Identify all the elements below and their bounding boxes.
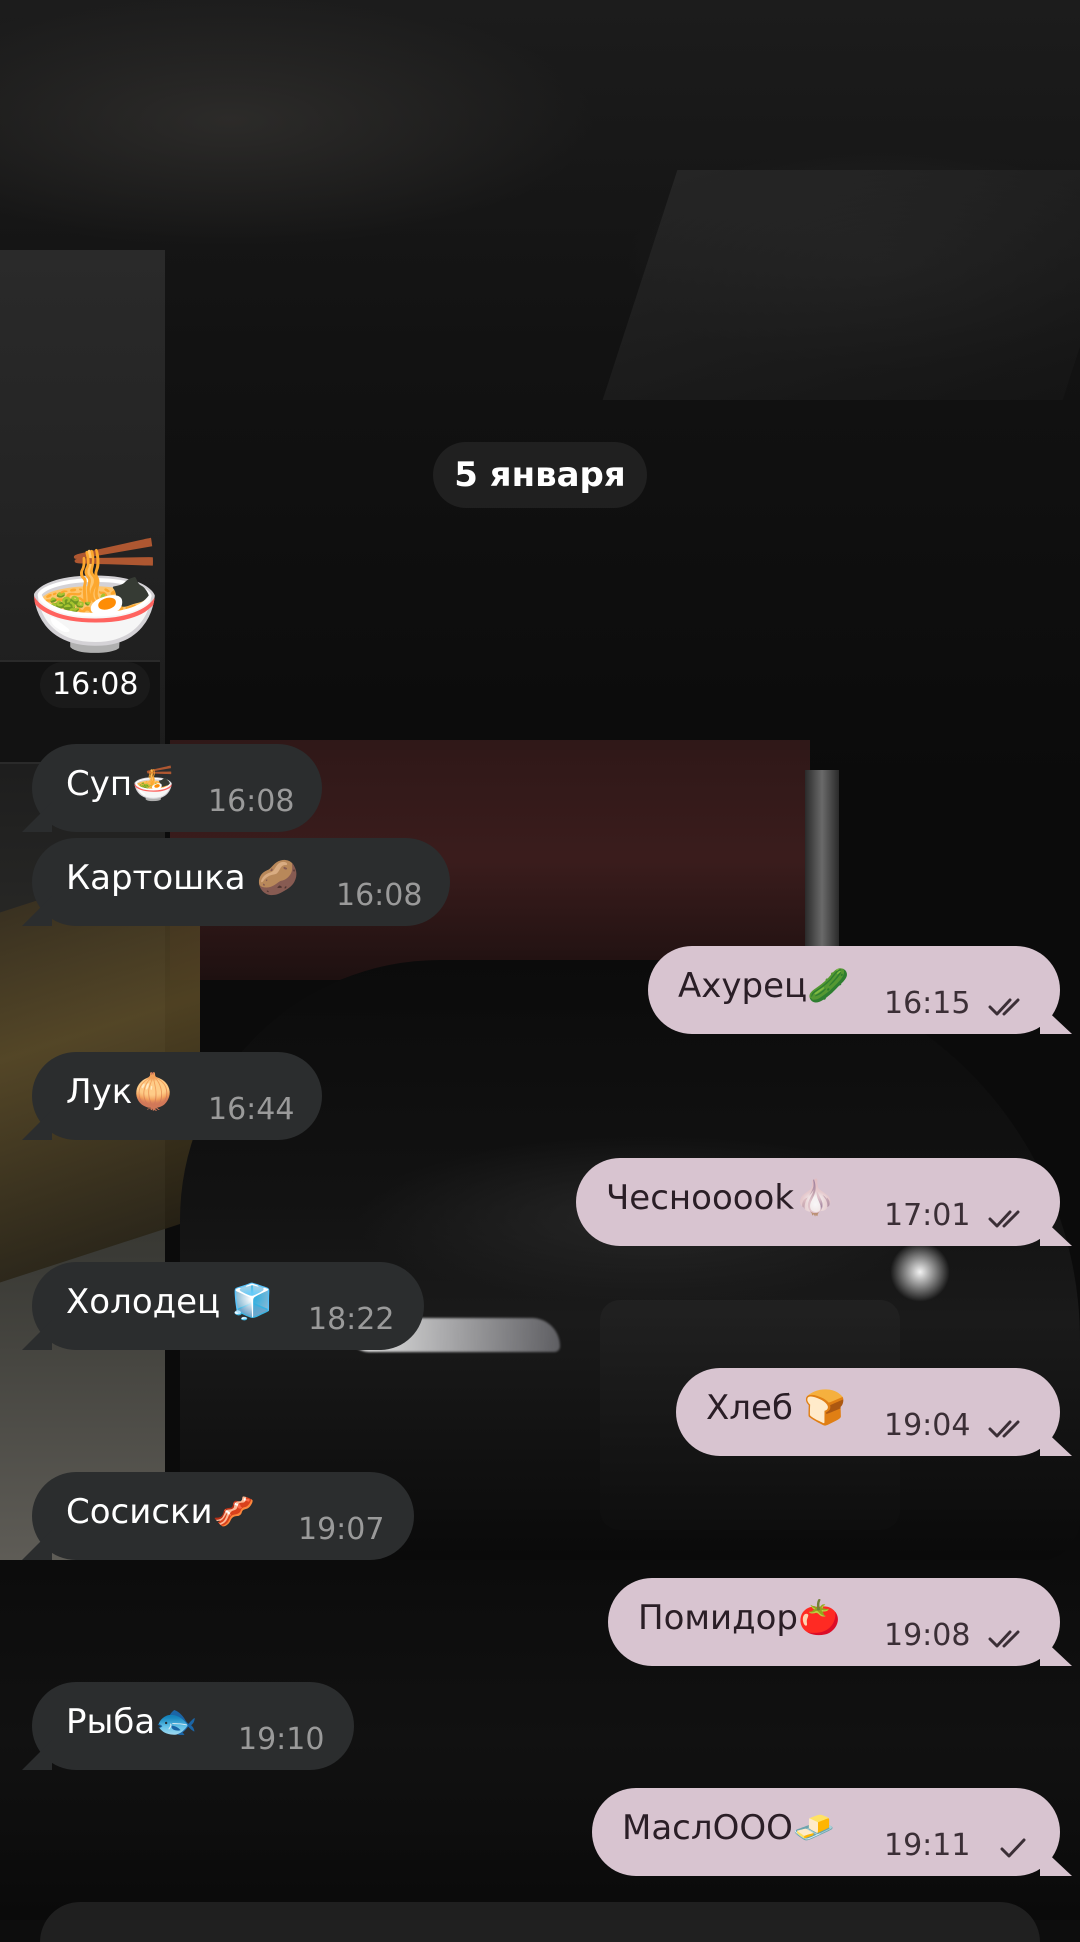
message-bubble-outgoing[interactable]: МаслOOO🧈 19:11 <box>592 1788 1060 1876</box>
message-bubble-outgoing[interactable]: Ахурец🥒 16:15 <box>648 946 1060 1034</box>
message-text: Помидор🍅 <box>638 1598 841 1638</box>
message-time: 16:08 <box>208 784 295 819</box>
message-bubble-incoming[interactable]: Картошка 🥔 16:08 <box>32 838 450 926</box>
message-list[interactable]: 5 января 🍜 16:08 Суп🍜 16:08 Картошка 🥔 1… <box>0 0 1080 1942</box>
message-time: 19:10 <box>238 1722 325 1757</box>
message-time: 16:15 <box>884 986 971 1021</box>
message-time: 18:22 <box>308 1302 395 1337</box>
message-time: 19:04 <box>884 1408 971 1443</box>
message-text: Ахурец🥒 <box>678 966 850 1006</box>
single-check-icon <box>996 1834 1040 1862</box>
message-bubble-incoming[interactable]: Суп🍜 16:08 <box>32 744 322 832</box>
message-time: 16:44 <box>208 1092 295 1127</box>
message-text: Лук🧅 <box>66 1072 175 1112</box>
message-bubble-incoming[interactable]: Холодец 🧊 18:22 <box>32 1262 424 1350</box>
message-text: Холодец 🧊 <box>66 1282 274 1322</box>
message-time: 19:08 <box>884 1618 971 1653</box>
message-text: МаслOOO🧈 <box>622 1808 836 1848</box>
message-bubble-outgoing[interactable]: Чеснооook🧄 17:01 <box>576 1158 1060 1246</box>
message-bubble-incoming[interactable]: Лук🧅 16:44 <box>32 1052 322 1140</box>
message-bubble-outgoing[interactable]: Хлеб 🍞 19:04 <box>676 1368 1060 1456</box>
double-check-icon <box>988 1414 1032 1442</box>
message-input-bar[interactable] <box>40 1902 1040 1942</box>
message-text: Рыба🐟 <box>66 1702 198 1742</box>
date-separator: 5 января <box>433 442 647 508</box>
message-time: 19:11 <box>884 1828 971 1863</box>
message-time: 16:08 <box>40 662 151 708</box>
message-bubble-incoming[interactable]: Сосиски🥓 19:07 <box>32 1472 414 1560</box>
double-check-icon <box>988 992 1032 1020</box>
message-text: Хлеб 🍞 <box>706 1388 847 1428</box>
message-bubble-incoming[interactable]: Рыба🐟 19:10 <box>32 1682 354 1770</box>
message-bubble-outgoing[interactable]: Помидор🍅 19:08 <box>608 1578 1060 1666</box>
message-time: 19:07 <box>298 1512 385 1547</box>
message-text: Сосиски🥓 <box>66 1492 255 1532</box>
message-time: 17:01 <box>884 1198 971 1233</box>
double-check-icon <box>988 1204 1032 1232</box>
message-time: 16:08 <box>336 878 423 913</box>
message-text: Чеснооook🧄 <box>606 1178 837 1218</box>
message-text: Суп🍜 <box>66 764 175 804</box>
double-check-icon <box>988 1624 1032 1652</box>
emoji-sticker-message[interactable]: 🍜 <box>26 530 163 660</box>
message-text: Картошка 🥔 <box>66 858 299 898</box>
